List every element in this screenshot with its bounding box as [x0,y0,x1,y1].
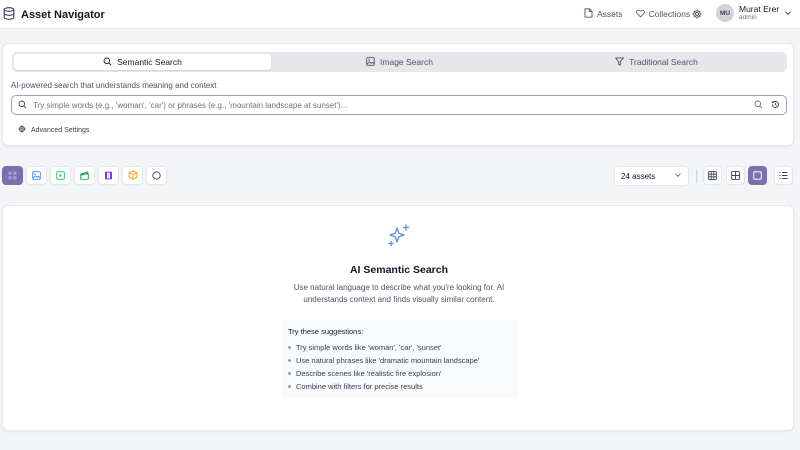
suggestion-text: Describe scenes like 'realistic fire exp… [296,369,442,378]
user-info: Murat Erer admin [739,3,780,22]
circle-icon [152,169,161,183]
view-large-cards[interactable] [748,166,767,185]
results-panel: AI Semantic Search Use natural language … [2,205,794,431]
search-tabs: Semantic Search Image Search Traditional… [12,52,787,72]
search-icon [18,98,27,112]
tab-label: Traditional Search [629,57,698,67]
tab-label: Semantic Search [117,57,182,67]
search-description: AI-powered search that understands meani… [11,81,217,90]
gear-icon [692,8,702,22]
nav-assets[interactable]: Assets [584,8,623,20]
view-list[interactable] [774,166,793,185]
user-name: Murat Erer [739,3,780,14]
filter-icon [614,56,625,68]
list-item: Try simple words like 'woman', 'car', 's… [288,341,513,354]
image-icon [366,56,375,68]
suggestions-title: Try these suggestions: [288,327,364,336]
video-icon [56,169,65,183]
file-icon [584,8,593,20]
heart-icon [635,9,645,20]
user-menu[interactable]: MU Murat Erer admin [716,4,792,22]
advanced-settings-toggle[interactable]: Advanced Settings [18,125,89,135]
filter-other[interactable] [146,166,167,185]
suggestions-box: Try these suggestions: Try simple words … [282,320,519,399]
brand[interactable]: Asset Navigator [3,7,105,23]
film-icon [104,169,113,183]
search-actions [754,98,780,112]
main-nav: Assets Collections [584,8,700,20]
chevron-down-icon [674,171,682,181]
large-card-icon [753,169,762,183]
filter-videos[interactable] [50,166,71,185]
search-panel: Semantic Search Image Search Traditional… [2,43,794,146]
suggestion-text: Try simple words like 'woman', 'car', 's… [296,343,442,352]
gear-icon [18,125,26,135]
suggestions-list: Try simple words like 'woman', 'car', 's… [288,341,513,393]
filter-images[interactable] [26,166,47,185]
dense-grid-icon [708,169,717,183]
box-3d-icon [128,169,138,183]
list-item: Combine with filters for precise results [288,380,513,393]
filter-all[interactable] [2,166,23,185]
chevron-down-icon [784,6,792,20]
bullet-icon [288,359,291,362]
nav-collections[interactable]: Collections [635,9,691,20]
app-title: Asset Navigator [21,9,105,21]
bullet-icon [288,385,291,388]
empty-state-title: AI Semantic Search [349,264,449,276]
history-icon[interactable] [771,98,780,112]
asset-count-select[interactable]: 24 assets [614,166,689,186]
list-item: Use natural phrases like 'dramatic mount… [288,354,513,367]
bullet-icon [288,346,291,349]
filter-films[interactable] [98,166,119,185]
bullet-icon [288,372,291,375]
asset-count-value: 24 assets [621,171,656,181]
suggestion-text: Use natural phrases like 'dramatic mount… [296,356,480,365]
suggestion-text: Combine with filters for precise results [296,382,423,391]
empty-state-description: Use natural language to describe what yo… [293,283,505,304]
all-grid-icon [8,169,17,183]
tab-traditional-search[interactable]: Traditional Search [528,54,785,70]
clapperboard-icon [80,169,89,183]
tab-label: Image Search [380,57,433,67]
sparkles-icon [386,223,412,252]
search-submit-icon[interactable] [754,98,763,112]
filter-clips[interactable] [74,166,95,185]
search-input[interactable] [33,100,754,110]
grid-icon [731,169,740,183]
results-toolbar: 24 assets [0,166,800,186]
avatar: MU [716,4,734,22]
nav-assets-label: Assets [597,9,623,19]
search-box [11,95,787,115]
top-bar: Asset Navigator Assets Collections MU Mu… [0,0,800,29]
view-grid[interactable] [726,166,745,185]
tab-image-search[interactable]: Image Search [271,54,528,70]
nav-collections-label: Collections [648,9,691,19]
list-item: Describe scenes like 'realistic fire exp… [288,367,513,380]
view-dense-grid[interactable] [703,166,722,185]
settings-button[interactable] [692,8,702,22]
list-icon [779,169,788,183]
toolbar-divider [696,169,697,183]
advanced-settings-label: Advanced Settings [31,126,90,134]
filter-3d[interactable] [122,166,143,185]
user-role: admin [739,14,757,22]
tab-semantic-search[interactable]: Semantic Search [14,54,271,70]
database-icon [3,7,15,23]
image-icon [32,169,41,183]
search-icon [103,57,112,68]
